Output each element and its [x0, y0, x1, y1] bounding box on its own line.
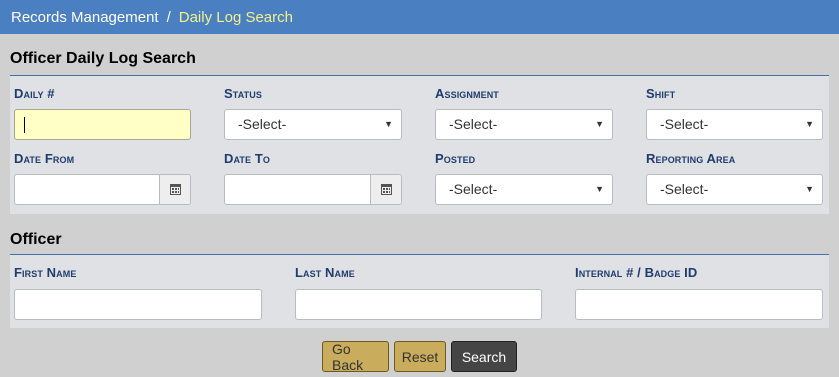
reporting-area-select[interactable]: -Select- ▼	[646, 174, 823, 205]
status-selected-value: -Select-	[238, 116, 287, 132]
date-from-calendar-button[interactable]	[160, 175, 190, 204]
breadcrumb-separator: /	[166, 8, 171, 26]
first-name-input[interactable]	[14, 289, 262, 320]
assignment-selected-value: -Select-	[449, 116, 498, 132]
reporting-area-label: Reporting Area	[646, 151, 736, 166]
assignment-label: Assignment	[435, 86, 499, 101]
assignment-select[interactable]: -Select- ▼	[435, 109, 613, 140]
chevron-down-icon: ▼	[595, 119, 604, 129]
badge-id-input[interactable]	[575, 289, 823, 320]
date-to-calendar-button[interactable]	[371, 175, 401, 204]
breadcrumb-root-link[interactable]: Records Management	[11, 9, 159, 26]
shift-selected-value: -Select-	[660, 116, 709, 132]
last-name-input[interactable]	[295, 289, 542, 320]
text-caret	[24, 117, 25, 133]
calendar-icon	[380, 184, 392, 195]
daily-number-label: Daily #	[14, 86, 55, 101]
officer-section-title: Officer	[10, 229, 829, 255]
shift-select[interactable]: -Select- ▼	[646, 109, 823, 140]
shift-label: Shift	[646, 86, 676, 101]
breadcrumb-current: Daily Log Search	[178, 8, 293, 26]
calendar-icon	[169, 184, 181, 195]
posted-label: Posted	[435, 151, 476, 166]
status-label: Status	[224, 86, 262, 101]
action-bar: Go Back Reset Search	[0, 341, 839, 373]
reporting-area-selected-value: -Select-	[660, 181, 709, 197]
chevron-down-icon: ▼	[805, 119, 814, 129]
date-to-group	[224, 174, 402, 205]
chevron-down-icon: ▼	[595, 184, 604, 194]
search-section-title: Officer Daily Log Search	[10, 48, 829, 76]
daily-number-input[interactable]	[14, 109, 191, 140]
date-from-label: Date From	[14, 151, 75, 166]
officer-panel: First Name Last Name Internal # / Badge …	[10, 255, 829, 328]
search-button[interactable]: Search	[451, 341, 517, 372]
date-to-label: Date To	[224, 151, 270, 166]
breadcrumb: Records Management / Daily Log Search	[0, 0, 839, 34]
badge-id-label: Internal # / Badge ID	[575, 265, 698, 280]
status-select[interactable]: -Select- ▼	[224, 109, 402, 140]
date-from-group	[14, 174, 191, 205]
last-name-label: Last Name	[295, 265, 355, 280]
chevron-down-icon: ▼	[384, 119, 393, 129]
chevron-down-icon: ▼	[805, 184, 814, 194]
posted-selected-value: -Select-	[449, 181, 498, 197]
posted-select[interactable]: -Select- ▼	[435, 174, 613, 205]
search-criteria-panel: Daily # Status Assignment Shift -Select-…	[10, 76, 829, 214]
date-to-input[interactable]	[225, 175, 371, 204]
go-back-button[interactable]: Go Back	[322, 341, 389, 373]
reset-button[interactable]: Reset	[394, 341, 446, 372]
date-from-input[interactable]	[15, 175, 160, 204]
first-name-label: First Name	[14, 265, 77, 280]
